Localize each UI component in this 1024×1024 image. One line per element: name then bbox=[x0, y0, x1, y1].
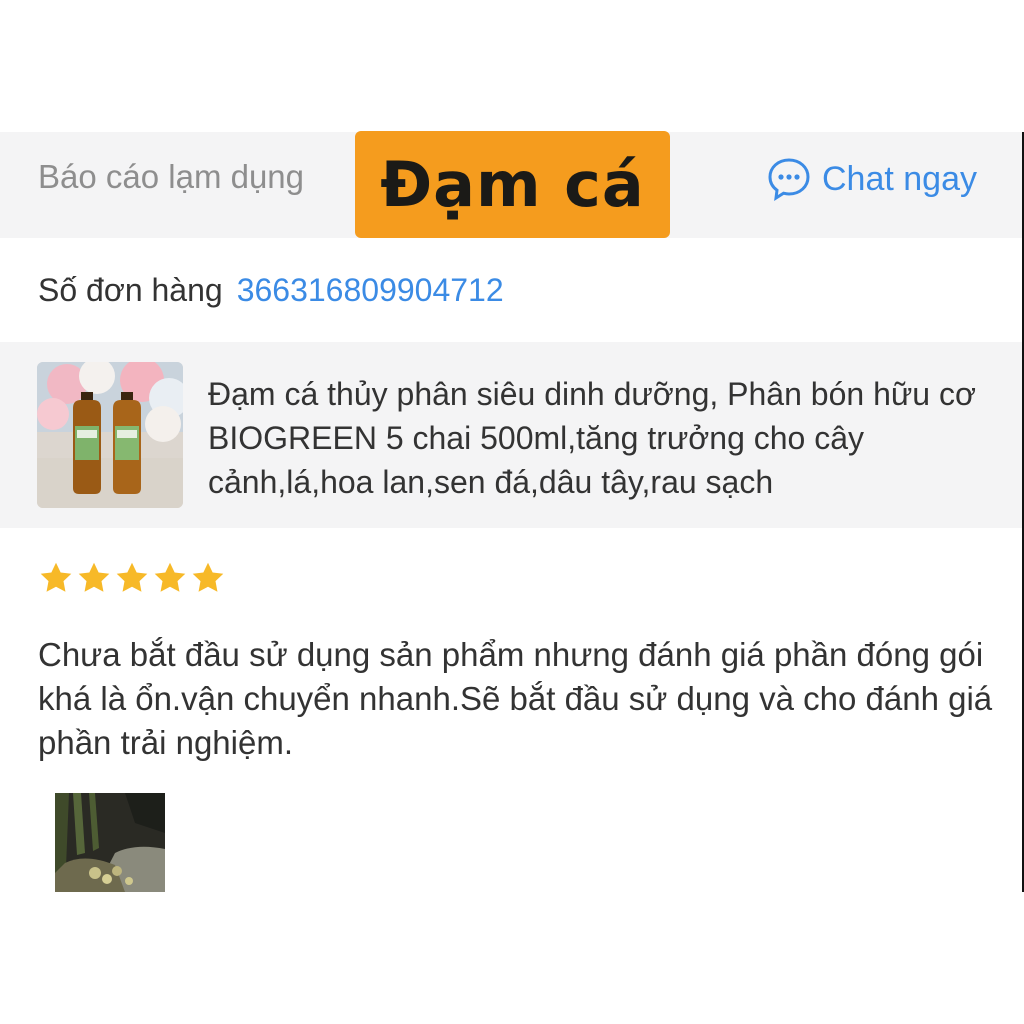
review-text: Chưa bắt đầu sử dụng sản phẩm nhưng đánh… bbox=[38, 636, 993, 761]
product-thumbnail-image bbox=[37, 362, 183, 508]
order-number-label: Số đơn hàng bbox=[38, 272, 223, 308]
product-tag-label: Đạm cá bbox=[355, 131, 670, 238]
order-number-value[interactable]: 366316809904712 bbox=[237, 272, 504, 308]
star-icon bbox=[192, 562, 224, 592]
star-icon bbox=[154, 562, 186, 592]
review-screen: Báo cáo lạm dụng Chat ngay Số đơn hàng 36… bbox=[0, 132, 1024, 892]
product-title: Đạm cá thủy phân siêu dinh dưỡng, Phân b… bbox=[208, 376, 976, 500]
review-photo-image[interactable] bbox=[55, 793, 165, 892]
product-card[interactable]: Đạm cá thủy phân siêu dinh dưỡng, Phân b… bbox=[0, 342, 1022, 528]
chat-now-button[interactable]: Chat ngay bbox=[766, 156, 977, 202]
chat-bubble-icon bbox=[768, 158, 810, 201]
report-abuse-link[interactable]: Báo cáo lạm dụng bbox=[38, 158, 304, 196]
star-icon bbox=[78, 562, 110, 592]
star-rating bbox=[38, 560, 226, 596]
chat-now-label: Chat ngay bbox=[822, 159, 977, 198]
order-number-row: Số đơn hàng 366316809904712 bbox=[38, 272, 504, 309]
star-icon bbox=[116, 562, 148, 592]
star-icon bbox=[40, 562, 72, 592]
